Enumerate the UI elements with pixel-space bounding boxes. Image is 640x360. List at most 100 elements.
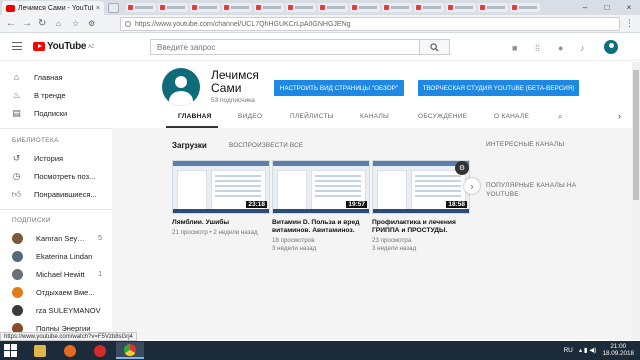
uploads-title[interactable]: Загрузки — [172, 141, 207, 150]
history-icon: ↺ — [12, 152, 21, 163]
search-button[interactable] — [420, 39, 450, 55]
menu-icon[interactable] — [12, 42, 22, 50]
background-tab[interactable] — [254, 3, 284, 12]
creator-studio-button[interactable]: ТВОРЧЕСКАЯ СТУДИЯ YOUTUBE (БЕТА-ВЕРСИЯ) — [418, 80, 579, 96]
apps-icon[interactable]: ⁞⁞ — [535, 43, 540, 53]
subscription-item[interactable]: Ekaterina Lindan — [0, 247, 112, 265]
sidebar-item-home[interactable]: ⌂ Главная — [0, 68, 112, 86]
interesting-channels-heading: ИНТЕРЕСНЫЕ КАНАЛЫ — [486, 141, 565, 148]
customize-channel-button[interactable]: НАСТРОИТЬ ВИД СТРАНИЦЫ "ОБЗОР" — [274, 80, 404, 96]
sidebar-item-trending[interactable]: ♨ В тренде — [0, 86, 112, 104]
browser-tab[interactable]: Лечимся Сами - YouTube × — [2, 1, 104, 15]
background-tab[interactable] — [414, 3, 444, 12]
bookmarks-icon[interactable]: ☆ — [72, 19, 79, 28]
new-videos-count: 5 — [98, 234, 102, 242]
taskbar-app-firefox[interactable] — [56, 342, 84, 359]
channel-avatar — [12, 268, 23, 280]
tab-home[interactable]: ГЛАВНАЯ — [178, 113, 212, 120]
background-tab[interactable] — [350, 3, 380, 12]
video-card[interactable]: 19:57 Витамин D. Польза и вред витаминов… — [272, 160, 370, 253]
youtube-play-icon — [33, 42, 45, 51]
browser-tab-strip: Лечимся Сами - YouTube × – □ × — [0, 0, 640, 15]
tab-title: Лечимся Сами - YouTube — [18, 4, 93, 12]
shelf-settings-icon[interactable]: ⚙ — [455, 161, 469, 175]
background-tab[interactable] — [478, 3, 508, 12]
video-title[interactable]: Профилактика и лечения ГРИППА и ПРОСТУДЫ… — [372, 219, 470, 235]
tab-discussion[interactable]: ОБСУЖДЕНИЕ — [418, 113, 467, 120]
background-tab[interactable] — [222, 3, 252, 12]
taskbar-app-opera[interactable] — [86, 342, 114, 359]
background-tab[interactable] — [510, 3, 540, 12]
video-thumbnail[interactable]: 23:18 — [172, 160, 270, 214]
video-duration: 23:18 — [246, 201, 267, 208]
reload-icon[interactable]: ↻ — [38, 18, 46, 29]
extension-icon[interactable]: ⚙ — [88, 19, 95, 28]
browser-menu-icon[interactable]: ⋮ — [625, 18, 634, 29]
tab-close-icon[interactable]: × — [96, 5, 100, 12]
background-tab[interactable] — [382, 3, 412, 12]
subscription-item[interactable]: Отдыхаем Вме... — [0, 283, 112, 301]
sidebar-item-history[interactable]: ↺ История — [0, 149, 112, 167]
tray-icons[interactable]: ▴ ▮ ◀) — [579, 346, 597, 354]
sidebar-item-liked[interactable]: 👍︎ Понравившиеся... — [0, 185, 112, 203]
other-tabs — [126, 3, 540, 12]
library-heading: БИБЛИОТЕКА — [12, 137, 59, 144]
video-thumbnail[interactable]: 19:57 — [272, 160, 370, 214]
home-button-icon[interactable]: ⌂ — [56, 19, 61, 28]
background-tab[interactable] — [126, 3, 156, 12]
thumbs-up-icon: 👍︎ — [11, 188, 22, 199]
close-window-button[interactable]: × — [618, 0, 640, 15]
tabs-next-icon[interactable]: › — [618, 111, 621, 121]
address-bar[interactable]: https://www.youtube.com/channel/UCL7QhHG… — [120, 17, 620, 31]
video-card[interactable]: 18:58 Профилактика и лечения ГРИППА и ПР… — [372, 160, 470, 253]
subscription-item[interactable]: rza SULEYMANOV — [0, 301, 112, 319]
video-card[interactable]: 23:18 Лямблии. Ушибы 21 просмотр • 2 нед… — [172, 160, 270, 237]
language-indicator[interactable]: RU — [563, 347, 572, 354]
background-tab[interactable] — [318, 3, 348, 12]
taskbar-app-chrome[interactable] — [116, 342, 144, 359]
tab-channels[interactable]: КАНАЛЫ — [360, 113, 389, 120]
play-all-link[interactable]: ВОСПРОИЗВЕСТИ ВСЕ — [229, 142, 303, 149]
notifications-icon[interactable]: ♪ — [580, 43, 585, 53]
tab-about[interactable]: О КАНАЛЕ — [494, 113, 529, 120]
minimize-button[interactable]: – — [574, 0, 596, 15]
search-input[interactable] — [150, 39, 420, 55]
channel-search-icon[interactable]: ⌕ — [558, 112, 562, 122]
channel-avatar[interactable] — [162, 68, 200, 106]
background-tab[interactable] — [158, 3, 188, 12]
sidebar-item-subscriptions[interactable]: ▤ Подписки — [0, 104, 112, 122]
tab-videos[interactable]: ВИДЕО — [238, 113, 262, 120]
background-tab[interactable] — [446, 3, 476, 12]
forward-icon[interactable]: → — [22, 18, 32, 29]
sidebar-item-label: Понравившиеся... — [34, 189, 97, 199]
messages-icon[interactable]: ● — [558, 43, 563, 53]
active-tab-indicator — [166, 126, 218, 128]
start-button[interactable] — [4, 344, 18, 357]
scrollbar-thumb[interactable] — [633, 70, 639, 200]
back-icon[interactable]: ← — [6, 18, 16, 29]
tab-playlists[interactable]: ПЛЕЙЛИСТЫ — [290, 113, 334, 120]
popular-channels-heading: ПОПУЛЯРНЫЕ КАНАЛЫ НА YOUTUBE — [486, 182, 577, 198]
youtube-logo[interactable]: YouTube AZ — [33, 41, 95, 52]
subscription-item[interactable]: Kamran Seyidov 5 — [0, 229, 112, 247]
video-title[interactable]: Лямблии. Ушибы — [172, 219, 270, 227]
shelf-next-button[interactable]: › — [464, 178, 480, 194]
background-tab[interactable] — [190, 3, 220, 12]
channel-avatar — [12, 286, 23, 298]
subscription-label: Michael Hewitt — [36, 269, 85, 279]
sidebar-divider — [0, 209, 112, 210]
new-videos-count: 1 — [98, 270, 102, 278]
clock-icon: ◷ — [12, 170, 21, 181]
video-title[interactable]: Витамин D. Польза и вред витаминов. Авит… — [272, 219, 370, 235]
taskbar-app-explorer[interactable] — [26, 342, 54, 359]
background-tab[interactable] — [286, 3, 316, 12]
account-avatar[interactable] — [604, 40, 618, 54]
page-scrollbar[interactable] — [632, 62, 640, 340]
upload-video-icon[interactable]: ■ — [512, 43, 517, 53]
subscription-item[interactable]: Michael Hewitt 1 — [0, 265, 112, 283]
clock[interactable]: 21:00 18.09.2018 — [602, 343, 634, 357]
maximize-button[interactable]: □ — [596, 0, 618, 15]
new-tab-button[interactable] — [108, 3, 119, 13]
search-icon — [430, 42, 439, 52]
sidebar-item-watch-later[interactable]: ◷ Посмотреть поз... — [0, 167, 112, 185]
